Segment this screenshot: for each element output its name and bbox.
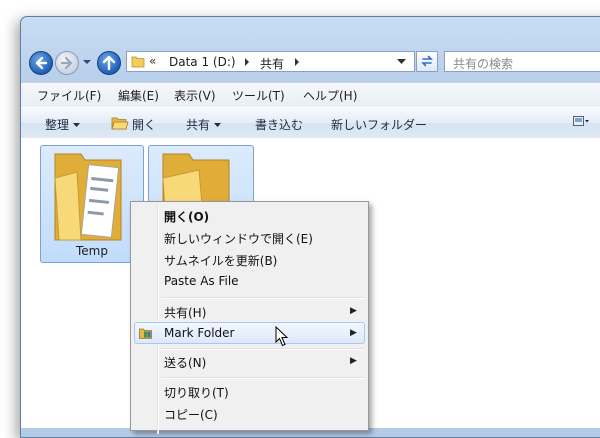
menu-item-paste-as-file[interactable]: Paste As File — [164, 274, 239, 288]
up-arrow-icon — [102, 55, 116, 71]
command-bar: 整理 開く 共有 書き込む 新しいフォルダー — [21, 107, 600, 139]
address-overflow[interactable]: « — [149, 54, 156, 68]
folder-icon — [54, 153, 122, 241]
address-bar[interactable]: « Data 1 (D:) 共有 — [126, 51, 415, 72]
folder-name: Temp — [76, 244, 108, 258]
menu-separator — [161, 377, 365, 379]
submenu-arrow-icon: ▶ — [350, 306, 357, 316]
chevron-down-icon — [214, 123, 222, 127]
address-segment-drive[interactable]: Data 1 (D:) — [169, 55, 236, 69]
menu-item-open-new-window[interactable]: 新しいウィンドウで開く(E) — [164, 230, 313, 247]
organize-label: 整理 — [45, 118, 70, 132]
menu-separator — [161, 297, 365, 299]
chevron-right-icon[interactable] — [294, 58, 300, 66]
menu-item-mark-folder[interactable]: Mark Folder — [164, 326, 235, 340]
open-label: 開く — [132, 118, 157, 132]
share-label: 共有 — [186, 118, 211, 132]
submenu-arrow-icon: ▶ — [350, 328, 357, 338]
menu-bar: ファイル(F) 編集(E) 表示(V) ツール(T) ヘルプ(H) — [21, 82, 600, 107]
menu-view[interactable]: 表示(V) — [174, 87, 216, 104]
menu-item-refresh-thumbnail[interactable]: サムネイルを更新(B) — [164, 252, 277, 269]
open-button[interactable]: 開く — [132, 116, 156, 133]
menu-edit[interactable]: 編集(E) — [118, 87, 159, 104]
search-input[interactable]: 共有の検索 — [444, 51, 600, 72]
address-segment-folder[interactable]: 共有 — [260, 55, 284, 72]
address-dropdown-chevron-down-icon[interactable] — [397, 59, 406, 65]
menu-item-cut[interactable]: 切り取り(T) — [164, 384, 229, 401]
mark-folder-icon — [139, 328, 152, 339]
back-arrow-icon — [35, 56, 48, 70]
forward-arrow-icon — [60, 56, 73, 70]
back-button[interactable] — [29, 51, 53, 75]
burn-button[interactable]: 書き込む — [255, 116, 303, 133]
organize-button[interactable]: 整理 — [45, 116, 81, 133]
new-folder-button[interactable]: 新しいフォルダー — [331, 116, 427, 133]
menu-item-share[interactable]: 共有(H) — [164, 304, 206, 321]
chevron-down-icon — [73, 123, 81, 127]
menu-file[interactable]: ファイル(F) — [37, 87, 101, 104]
menu-item-send-to[interactable]: 送る(N) — [164, 354, 206, 371]
search-placeholder: 共有の検索 — [453, 57, 514, 71]
menu-item-open[interactable]: 開く(O) — [164, 208, 209, 225]
chevron-right-icon[interactable] — [244, 58, 250, 66]
menu-tools[interactable]: ツール(T) — [232, 87, 285, 104]
context-menu: 開く(O) 新しいウィンドウで開く(E) サムネイルを更新(B) Paste A… — [130, 201, 369, 434]
folder-item[interactable]: Temp — [40, 145, 144, 263]
up-button[interactable] — [97, 51, 121, 75]
open-folder-icon — [111, 117, 129, 130]
menu-separator — [161, 348, 365, 350]
menu-help[interactable]: ヘルプ(H) — [303, 87, 357, 104]
menu-item-copy[interactable]: コピー(C) — [164, 406, 218, 423]
refresh-button[interactable] — [416, 51, 438, 72]
context-menu-gutter — [157, 204, 159, 434]
submenu-arrow-icon: ▶ — [350, 356, 357, 366]
refresh-icon — [421, 55, 433, 67]
recent-pages-chevron-down-icon[interactable] — [82, 58, 92, 66]
share-button[interactable]: 共有 — [186, 116, 222, 133]
folder-icon — [131, 56, 145, 68]
mouse-cursor-icon — [275, 326, 289, 347]
view-icon[interactable] — [573, 116, 589, 128]
forward-button[interactable] — [55, 51, 79, 75]
